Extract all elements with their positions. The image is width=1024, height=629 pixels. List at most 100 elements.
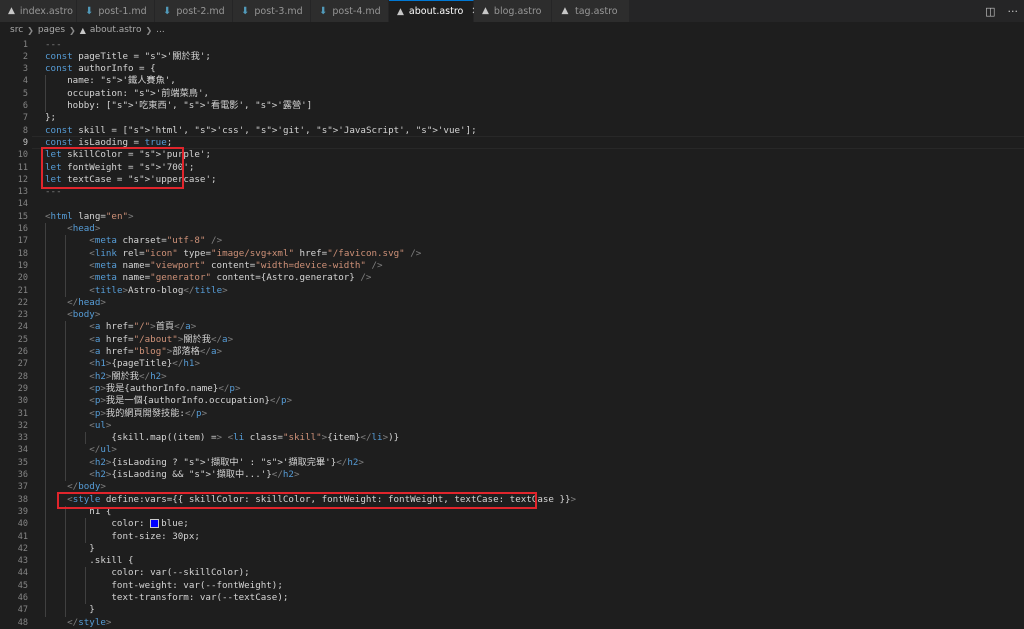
code-line[interactable]: 47 } [0,604,1024,616]
tab-label: index.astro [19,5,73,17]
code-text: <a href="blog">部落格</a> [89,346,223,357]
line-number: 38 [17,494,28,505]
code-line[interactable]: 26 <a href="blog">部落格</a> [0,346,1024,358]
editor-tab-bar: ▲ index.astro ⬇ post-1.md ⬇ post-2.md ⬇ post-3.… [0,0,1024,23]
code-line[interactable]: 24 <a href="/">首頁</a> [0,321,1024,333]
code-text: } [45,542,95,554]
code-text: const skill = ["s">'html', "s">'css', "s… [45,124,477,136]
indent-guide [45,223,46,617]
code-text: <meta name="viewport" content="width=dev… [89,259,383,271]
code-text: <a href="/">首頁</a> [89,321,197,333]
line-number: 35 [17,457,28,468]
tab-actions: ◫ ··· [985,0,1018,22]
code-line[interactable]: 5 occupation: "s">'前端菜鳥', [0,88,1024,100]
code-line[interactable]: 42 } [0,543,1024,555]
code-editor[interactable]: 1 --- 2 const pageTitle = "s">'關於我'; 3 const … [0,38,1024,629]
code-line[interactable]: 25 <a href="/about">關於我</a> [0,334,1024,346]
code-line[interactable]: 31 <p>我的網頁開發技能:</p> [0,408,1024,420]
line-number: 48 [17,617,28,628]
code-line[interactable]: 20 <meta name="generator" content={Astro… [0,272,1024,284]
code-line[interactable]: 35 <h2>{isLaoding ? "s">'擷取中' : "s">'擷取完… [0,457,1024,469]
line-number: 6 [22,101,28,111]
code-text: text-transform: var(--textCase); [45,592,289,603]
code-line[interactable]: 23 <body> [0,309,1024,321]
indent-guide [65,505,66,617]
code-line[interactable]: 2 const pageTitle = "s">'關於我'; [0,51,1024,63]
line-number: 1 [22,39,28,50]
line-number: 8 [22,125,28,136]
breadcrumb-file[interactable]: about.astro [90,25,142,35]
color-swatch-icon[interactable] [150,519,160,529]
indent-guide [85,432,86,445]
code-line[interactable]: 3 const authorInfo = { [0,63,1024,75]
breadcrumb: src ❯ pages ❯ ▲ about.astro ❯ ... [0,22,1024,38]
code-line[interactable]: 33 {skill.map((item) => <li class="skill… [0,432,1024,444]
code-line[interactable]: 4 name: "s">'鐵人賽魚', [0,75,1024,87]
tab-index-astro[interactable]: ▲ index.astro [0,0,77,22]
rocket-icon: ▲ [8,6,15,16]
line-number: 43 [17,556,28,567]
code-line[interactable]: 6 hobby: ["s">'吃東西', "s">'看電影', "s">'露營'… [0,100,1024,112]
line-number: 47 [17,605,28,616]
tab-post-1-md[interactable]: ⬇ post-1.md [77,0,155,22]
code-text: </ul> [89,444,117,456]
line-number: 27 [17,359,28,370]
code-text: color: blue; [45,518,189,530]
line-number: 18 [17,248,28,259]
code-line[interactable]: 22 </head> [0,297,1024,309]
breadcrumb-symbols[interactable]: ... [156,25,165,35]
code-line[interactable]: 29 <p>我是{authorInfo.name}</p> [0,383,1024,395]
code-line[interactable]: 1 --- [0,39,1024,51]
code-line[interactable]: 8 const skill = ["s">'html', "s">'css', "… [0,125,1024,137]
more-actions-icon[interactable]: ··· [1008,5,1019,18]
indent-guide [65,321,66,482]
markdown-icon: ⬇ [319,5,328,17]
line-number: 28 [17,371,28,382]
markdown-icon: ⬇ [241,5,250,17]
line-number: 33 [17,433,28,444]
split-editor-icon[interactable]: ◫ [985,5,995,18]
code-line[interactable]: 46 text-transform: var(--textCase); [0,592,1024,604]
tab-blog-astro[interactable]: ▲ blog.astro [474,0,552,22]
code-line[interactable]: 34 </ul> [0,444,1024,456]
code-line[interactable]: 7}; [0,112,1024,124]
line-number: 32 [17,420,28,431]
tab-tag-astro[interactable]: ▲ tag.astro [552,0,630,22]
code-line[interactable]: 14 [0,198,1024,210]
chevron-right-icon: ❯ [27,25,34,35]
code-line[interactable]: 15 <html lang="en"> [0,211,1024,223]
code-line[interactable]: 16 <head> [0,223,1024,235]
line-number: 19 [17,260,28,271]
code-line[interactable]: 40 color: blue; [0,518,1024,530]
breadcrumb-src[interactable]: src [10,25,23,35]
tab-post-3-md[interactable]: ⬇ post-3.md [233,0,311,22]
line-number: 34 [17,445,28,456]
code-line[interactable]: 43 .skill { [0,555,1024,567]
code-line[interactable]: 41 font-size: 30px; [0,531,1024,543]
code-line[interactable]: 30 <p>我是一個{authorInfo.occupation}</p> [0,395,1024,407]
code-text: color: var(--skillColor); [45,567,250,579]
code-line[interactable]: 21 <title>Astro-blog</title> [0,285,1024,297]
code-line[interactable]: 18 <link rel="icon" type="image/svg+xml"… [0,248,1024,260]
tab-post-4-md[interactable]: ⬇ post-4.md [311,0,389,22]
line-number: 14 [17,199,28,210]
code-line[interactable]: 32 <ul> [0,420,1024,432]
line-number: 25 [17,334,28,345]
code-line[interactable]: 19 <meta name="viewport" content="width=… [0,260,1024,272]
code-line[interactable]: 44 color: var(--skillColor); [0,567,1024,579]
line-number: 44 [17,568,28,579]
code-text: --- [45,38,62,50]
tab-about-astro[interactable]: ▲about.astro✕ [389,0,480,22]
breadcrumb-pages[interactable]: pages [38,25,65,35]
line-number: 4 [22,76,28,87]
line-number: 2 [22,51,28,62]
tab-post-2-md[interactable]: ⬇ post-2.md [155,0,233,22]
code-line[interactable]: 45 font-weight: var(--fontWeight); [0,580,1024,592]
code-line[interactable]: 36 <h2>{isLaoding && "s">'擷取中...'}</h2> [0,469,1024,481]
code-line[interactable]: 48 </style> [0,617,1024,629]
line-number: 24 [17,322,28,333]
code-line[interactable]: 28 <h2>關於我</h2> [0,371,1024,383]
line-number: 11 [17,162,28,173]
code-line[interactable]: 17 <meta charset="utf-8" /> [0,235,1024,247]
code-line[interactable]: 27 <h1>{pageTitle}</h1> [0,358,1024,370]
